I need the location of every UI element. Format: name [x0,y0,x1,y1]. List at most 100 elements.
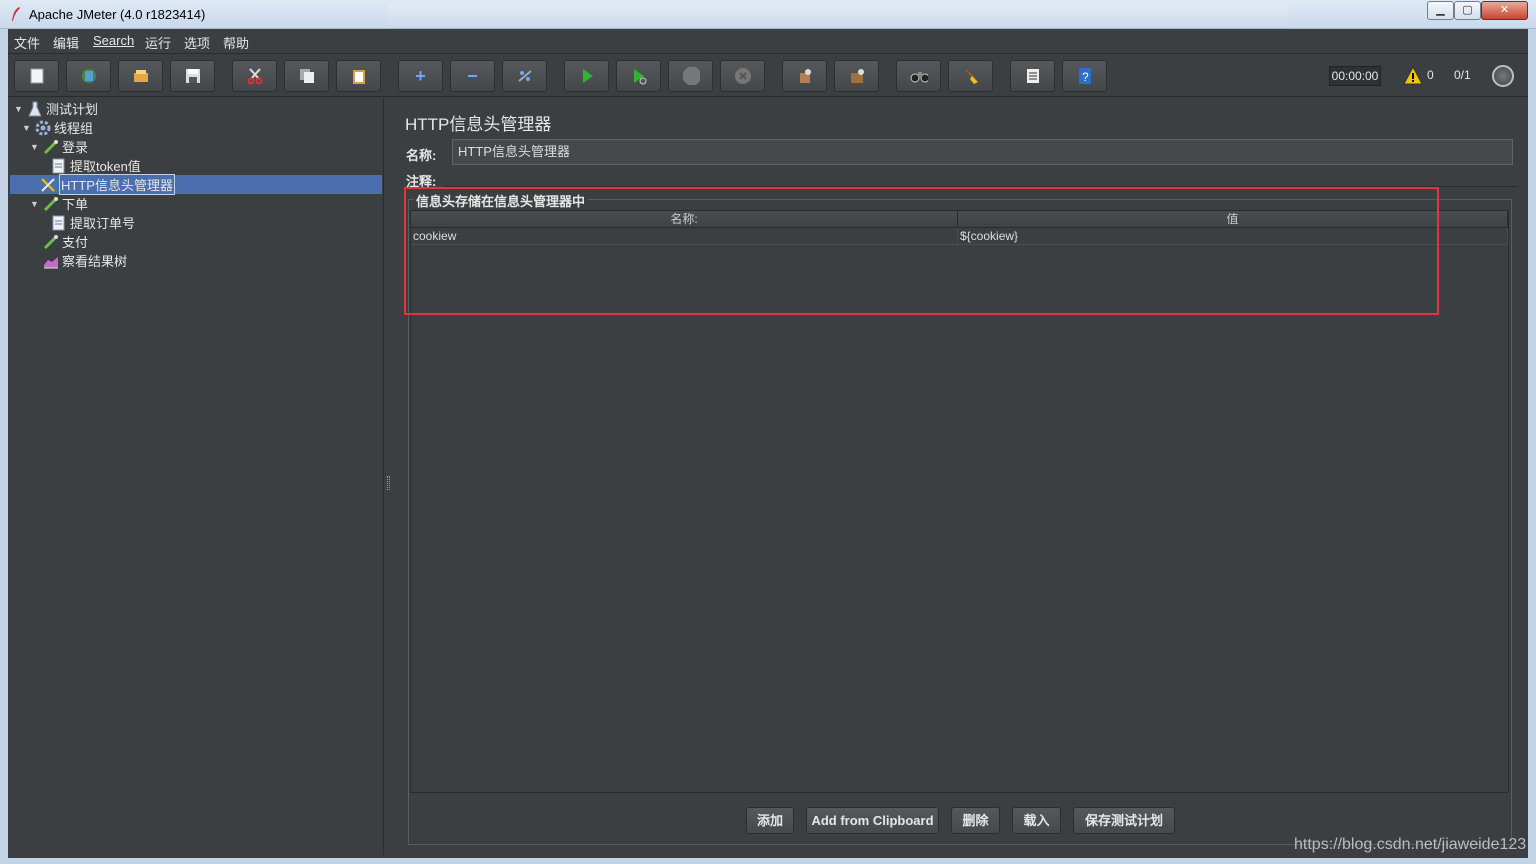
help-button[interactable]: ? [1062,60,1107,92]
search-button[interactable] [896,60,941,92]
menu-options[interactable]: 选项 [184,33,210,52]
expand-arrow-icon[interactable]: ▼ [30,142,40,152]
tree-item-test-plan[interactable]: ▼ 测试计划 [14,99,98,118]
window-title: Apache JMeter (4.0 r1823414) [29,7,206,22]
delete-button[interactable]: 删除 [951,807,1000,834]
tree-item-pay[interactable]: 支付 [43,232,88,251]
cut-icon [246,67,264,85]
clear-icon [796,67,814,85]
menu-run[interactable]: 运行 [145,33,171,52]
background-window-ghost [388,3,1288,25]
tree-item-results-tree[interactable]: 察看结果树 [43,251,127,270]
help-icon: ? [1076,67,1094,85]
expand-arrow-icon[interactable]: ▼ [14,104,24,114]
menu-bar: 文件 编辑 Search 运行 选项 帮助 [8,29,1528,54]
tree-item-label: 提取token值 [70,159,141,174]
clear-button[interactable] [782,60,827,92]
add-button[interactable]: 添加 [746,807,794,834]
split-pane-divider[interactable] [385,98,393,855]
tree-item-login[interactable]: ▼ 登录 [30,137,88,156]
templates-icon [80,67,98,85]
start-no-pause-button[interactable] [616,60,661,92]
config-wrench-icon [40,177,56,193]
shutdown-button[interactable] [720,60,765,92]
tree-item-header-manager[interactable]: HTTP信息头管理器 [10,174,382,195]
tree-item-label: HTTP信息头管理器 [59,174,175,195]
test-plan-icon [27,101,43,117]
open-button[interactable] [118,60,163,92]
sampler-pipette-icon [43,139,59,155]
load-button[interactable]: 载入 [1012,807,1061,834]
watermark-text: https://blog.csdn.net/jiaweide123 [1294,836,1527,853]
save-icon [184,67,202,85]
menu-file[interactable]: 文件 [14,33,40,52]
expand-icon: + [415,65,426,86]
tree-item-extract-order[interactable]: 提取订单号 [51,213,135,232]
warning-icon[interactable] [1403,65,1423,86]
paste-icon [350,67,368,85]
tree-item-order[interactable]: ▼ 下单 [30,194,88,213]
name-field[interactable]: HTTP信息头管理器 [452,139,1513,165]
add-from-clipboard-button[interactable]: Add from Clipboard [806,807,939,834]
collapse-icon: − [467,65,478,86]
copy-icon [298,67,316,85]
expand-button[interactable]: + [398,60,443,92]
elapsed-timer: 00:00:00 [1329,66,1381,86]
toggle-button[interactable] [502,60,547,92]
minimize-button[interactable]: ▁ [1427,1,1454,20]
search-icon [910,67,928,85]
copy-button[interactable] [284,60,329,92]
tree-item-label: 察看结果树 [62,254,128,269]
expand-arrow-icon[interactable]: ▼ [22,123,32,133]
menu-search[interactable]: Search [93,33,134,48]
function-helper-icon [1024,67,1042,85]
page-title: HTTP信息头管理器 [405,115,552,134]
name-label: 名称: [406,148,437,163]
toolbar: + − ? 00:00:00 0 0/1 [8,55,1528,97]
paste-button[interactable] [336,60,381,92]
tree-item-thread-group[interactable]: ▼ 线程组 [22,118,93,137]
sampler-pipette-icon [43,234,59,250]
test-plan-tree: ▼ 测试计划 ▼ 线程组 ▼ 登录 提取token值 HTTP信息头管理器 ▼ … [8,98,384,855]
tree-item-label: 线程组 [54,121,94,136]
title-bar: Apache JMeter (4.0 r1823414) ▁ ▢ ✕ [0,0,1536,29]
extractor-icon [51,158,67,174]
grip-icon [387,476,390,490]
save-test-plan-button[interactable]: 保存测试计划 [1073,807,1175,834]
new-button[interactable] [14,60,59,92]
warning-count: 0 [1427,68,1434,82]
listener-chart-icon [43,253,59,269]
tree-item-label: 测试计划 [46,102,99,117]
reset-search-button[interactable] [948,60,993,92]
extractor-icon [51,215,67,231]
clear-all-button[interactable] [834,60,879,92]
reset-search-icon [962,67,980,85]
svg-text:?: ? [1082,70,1089,84]
new-icon [28,67,46,85]
close-button[interactable]: ✕ [1481,1,1528,20]
save-button[interactable] [170,60,215,92]
cut-button[interactable] [232,60,277,92]
menu-edit[interactable]: 编辑 [53,33,79,52]
thread-group-gear-icon [35,120,51,136]
expand-arrow-icon[interactable]: ▼ [30,199,40,209]
menu-help[interactable]: 帮助 [223,33,249,52]
toggle-icon [516,67,534,85]
tree-item-label: 登录 [62,140,89,155]
collapse-button[interactable]: − [450,60,495,92]
function-helper-button[interactable] [1010,60,1055,92]
maximize-button[interactable]: ▢ [1454,1,1481,20]
tree-item-label: 支付 [62,235,89,250]
active-threads-count: 0/1 [1454,68,1471,82]
stop-button[interactable] [668,60,713,92]
tree-item-label: 下单 [62,197,89,212]
tree-item-extract-token[interactable]: 提取token值 [51,156,141,175]
shutdown-icon [734,67,752,85]
stop-icon [682,67,700,85]
highlight-annotation-box [404,187,1439,315]
start-no-pause-icon [630,67,648,85]
start-button[interactable] [564,60,609,92]
open-icon [132,67,150,85]
templates-button[interactable] [66,60,111,92]
remote-status-icon[interactable] [1492,65,1514,87]
